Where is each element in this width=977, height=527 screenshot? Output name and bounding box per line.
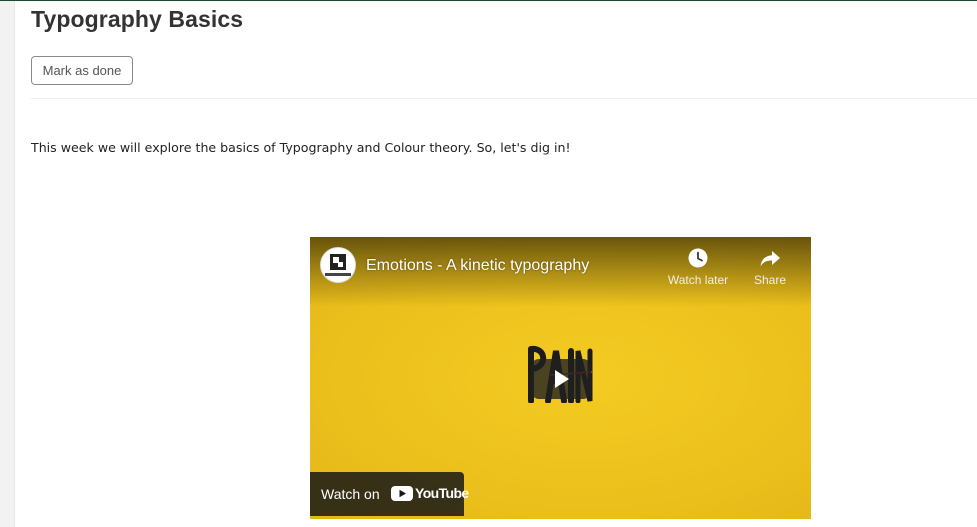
left-rail	[0, 1, 15, 527]
play-button[interactable]	[531, 359, 591, 399]
video-title[interactable]: Emotions - A kinetic typography	[366, 257, 589, 275]
watch-on-label: Watch on	[321, 486, 380, 502]
play-icon	[555, 370, 569, 388]
youtube-play-icon	[391, 486, 413, 501]
channel-avatar-icon[interactable]	[320, 247, 356, 283]
page-title: Typography Basics	[31, 6, 244, 32]
video-embed[interactable]: Emotions - A kinetic typography Watch la…	[310, 237, 811, 519]
youtube-logo: YouTube	[391, 485, 469, 502]
page: Typography Basics Mark as done This week…	[0, 0, 977, 527]
intro-text: This week we will explore the basics of …	[31, 140, 571, 155]
watch-on-youtube-button[interactable]: Watch on YouTube	[310, 472, 469, 516]
clock-icon	[688, 248, 708, 268]
top-border	[0, 0, 977, 1]
share-label: Share	[753, 273, 787, 287]
youtube-wordmark: YouTube	[415, 485, 469, 501]
mark-as-done-button[interactable]: Mark as done	[31, 56, 133, 85]
divider	[31, 98, 977, 99]
share-button[interactable]: Share	[746, 247, 794, 292]
watch-later-label: Watch later	[667, 273, 729, 287]
watch-later-button[interactable]: Watch later	[663, 247, 733, 292]
share-arrow-icon	[760, 251, 780, 267]
